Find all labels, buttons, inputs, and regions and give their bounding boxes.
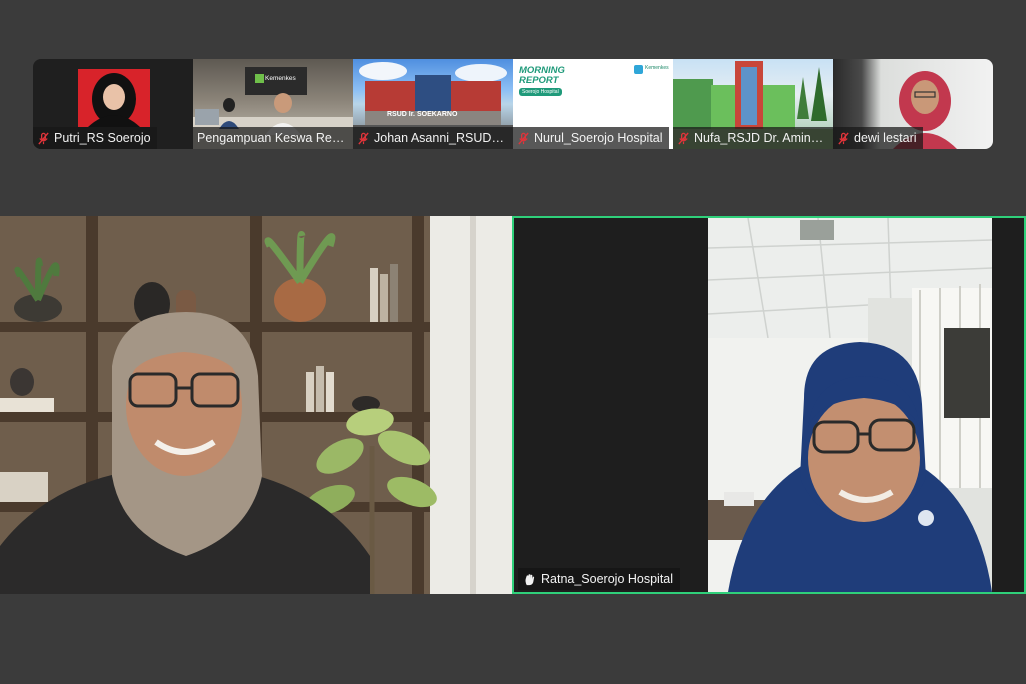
slide-title: MORNING REPORT — [519, 65, 565, 86]
participant-tile-nurul[interactable]: MORNING REPORT Soerojo Hospital Kemenkes… — [513, 59, 673, 149]
participant-tile-putri[interactable]: Putri_RS Soerojo — [33, 59, 193, 149]
microphone-muted-icon — [678, 131, 689, 145]
tile-sign-text: Kemenkes — [265, 75, 296, 82]
participant-name-label: Nurul_Soerojo Hospital — [513, 127, 669, 149]
microphone-muted-icon — [518, 131, 529, 145]
participant-name-label: Nufa_RSJD Dr. Amino... — [673, 127, 833, 149]
participant-name-label: dewi lestari — [833, 127, 923, 149]
participant-name-label: Putri_RS Soerojo — [33, 127, 157, 149]
microphone-muted-icon — [38, 131, 49, 145]
speaker-video-scene — [0, 216, 512, 594]
tile-sign-text: RSUD Ir. SOEKARNO — [387, 111, 458, 118]
kemenkes-logo-icon — [634, 65, 643, 74]
participant-name-label: Pengampuan Keswa Reg... — [193, 127, 353, 149]
participant-tile-pengampuan-keswa[interactable]: Kemenkes Pengampuan Keswa Reg... — [193, 59, 353, 149]
participant-camera-feed — [708, 218, 992, 592]
raised-hand-icon — [525, 573, 535, 585]
participant-photo — [78, 69, 150, 127]
participant-name-label: Johan Asanni_RSUD Ir.... — [353, 127, 513, 149]
main-video-left[interactable] — [0, 216, 512, 594]
participant-tile-johan[interactable]: RSUD Ir. SOEKARNO Johan Asanni_RSUD Ir..… — [353, 59, 513, 149]
participant-tile-dewi[interactable]: dewi lestari — [833, 59, 993, 149]
slide-logo-text: Kemenkes — [645, 65, 669, 71]
microphone-muted-icon — [358, 131, 369, 145]
main-video-active-speaker[interactable]: Ratna_Soerojo Hospital — [512, 216, 1026, 594]
slide-subtitle: Soerojo Hospital — [519, 88, 562, 96]
participant-name-label: Ratna_Soerojo Hospital — [518, 568, 681, 590]
participant-tile-nufa[interactable]: Nufa_RSJD Dr. Amino... — [673, 59, 833, 149]
microphone-muted-icon — [838, 131, 849, 145]
meeting-gallery-view: Putri_RS Soerojo Kemenkes Pengampuan Kes… — [0, 0, 1026, 684]
participant-thumbnail-strip: Putri_RS Soerojo Kemenkes Pengampuan Kes… — [33, 59, 993, 149]
